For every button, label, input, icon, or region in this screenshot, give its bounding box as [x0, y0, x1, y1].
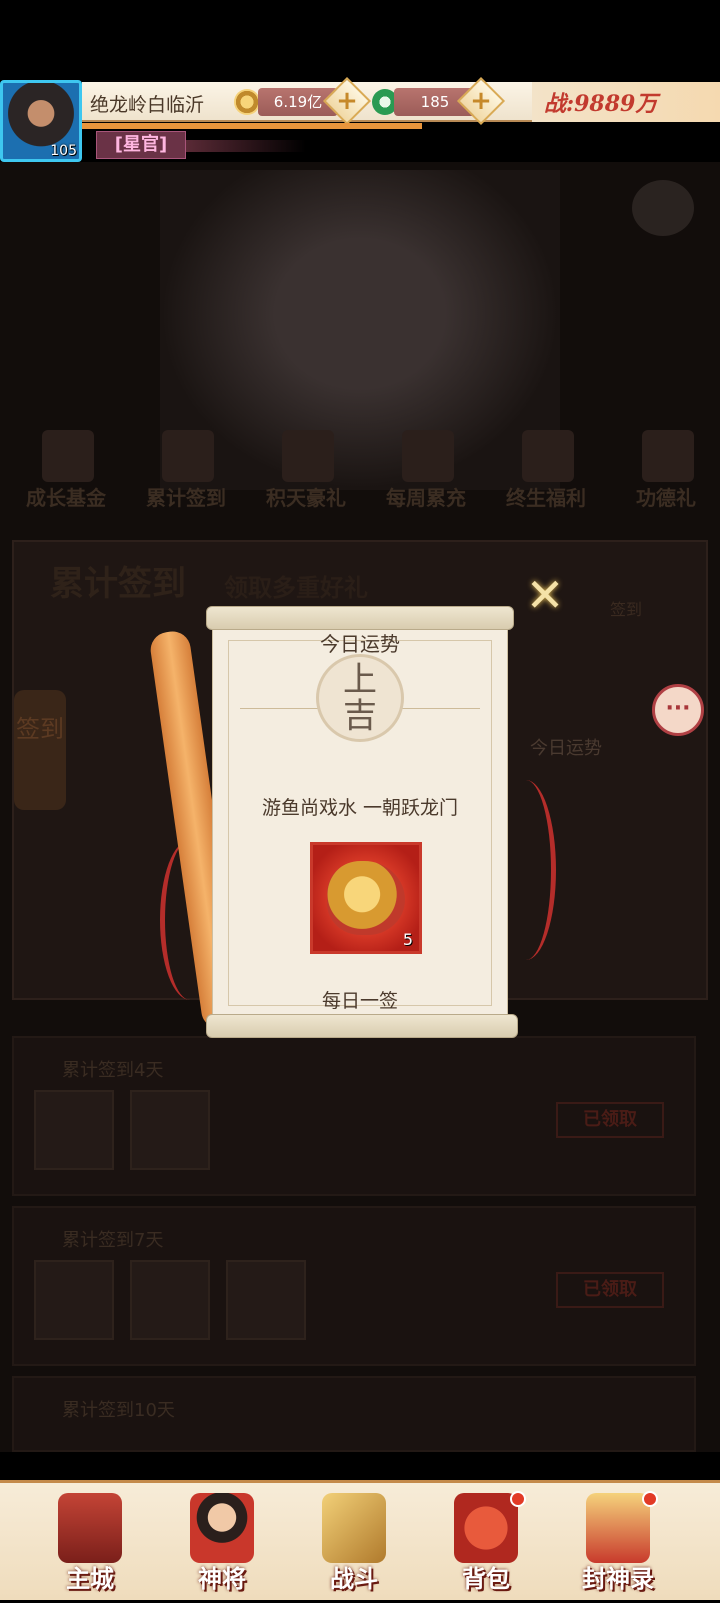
nav-item-backpack[interactable]: 背包	[426, 1483, 546, 1603]
claimed-button[interactable]: 已领取	[556, 1102, 664, 1138]
close-icon[interactable]: ✕	[520, 570, 570, 620]
nav-label: 封神录	[582, 1564, 654, 1593]
fortune-verse: 游鱼尚戏水 一朝跃龙门	[261, 797, 459, 819]
fortune-side-label: 今日运势	[530, 738, 602, 759]
nav-label: 背包	[462, 1564, 510, 1593]
server-name: 绝龙岭白临沂	[90, 94, 205, 116]
chat-button[interactable]: ···	[652, 684, 704, 736]
nav-item-main-city[interactable]: 主城	[30, 1483, 150, 1603]
status-bar	[0, 0, 720, 80]
nav-label: 战斗	[330, 1564, 378, 1593]
fortune-char-2: 吉	[343, 696, 377, 736]
sign-lantern[interactable]	[14, 690, 66, 810]
reward-item[interactable]	[34, 1090, 114, 1170]
gold-coin-icon	[234, 89, 260, 115]
reward-count: 5	[402, 930, 413, 949]
nav-item-battle[interactable]: 战斗	[294, 1483, 414, 1603]
fortune-result: 上 吉	[316, 662, 404, 734]
task-row: 累计签到7天 已领取	[12, 1206, 696, 1366]
sign-button-label: 签到	[16, 715, 64, 743]
menu-item-merit-gift[interactable]: 功德礼	[608, 430, 720, 520]
nav-label: 神将	[198, 1564, 246, 1593]
backpack-icon	[454, 1493, 518, 1563]
exp-bar	[82, 123, 422, 129]
menu-item-weekly-recharge[interactable]: 每周累充	[368, 430, 484, 520]
menu-item-daily-gift[interactable]: 积天豪礼	[248, 430, 364, 520]
growth-fund-icon	[42, 430, 94, 482]
reward-item[interactable]	[34, 1260, 114, 1340]
reward-item-box[interactable]: 5	[310, 842, 422, 954]
notification-dot	[642, 1491, 658, 1507]
chat-icon: ···	[665, 696, 691, 721]
player-level: 105	[50, 143, 77, 159]
daily-draw-label: 每日一签	[321, 990, 398, 1012]
task-title: 累计签到7天	[62, 1230, 164, 1251]
menu-item-lifetime-benefits[interactable]: 终生福利	[488, 430, 604, 520]
task-title: 累计签到10天	[62, 1400, 175, 1421]
plus-icon: +	[336, 86, 358, 116]
nav-label: 主城	[66, 1564, 114, 1593]
reward-item[interactable]	[130, 1090, 210, 1170]
back-icon[interactable]	[632, 180, 694, 236]
benefits-icon	[522, 430, 574, 482]
rank-title-tail	[186, 140, 306, 152]
signin-icon	[162, 430, 214, 482]
recharge-icon	[402, 430, 454, 482]
fortune-char-1: 上	[343, 660, 377, 700]
menu-item-label: 终生福利	[506, 486, 586, 510]
task-row: 累计签到4天 已领取	[12, 1036, 696, 1196]
nav-item-deity-records[interactable]: 封神录	[558, 1483, 678, 1603]
reward-item[interactable]	[226, 1260, 306, 1340]
claimed-button[interactable]: 已领取	[556, 1272, 664, 1308]
crossed-swords-icon	[322, 1493, 386, 1563]
menu-item-label: 成长基金	[26, 486, 106, 510]
panel-title: 累计签到	[50, 564, 186, 604]
main-city-icon	[58, 1493, 122, 1563]
resource-bar: 绝龙岭白临沂 6.19亿 + 185 + 战:9889万	[82, 76, 720, 126]
panel-subtitle: 领取多重好礼	[224, 573, 368, 602]
menu-item-cumulative-signin[interactable]: 累计签到	[128, 430, 244, 520]
menu-item-growth-fund[interactable]: 成长基金	[8, 430, 124, 520]
fortune-title: 今日运势	[320, 632, 400, 656]
task-row: 累计签到10天	[12, 1376, 696, 1452]
combat-power-panel: 战:9889万	[532, 82, 720, 122]
menu-item-label: 累计签到	[146, 486, 226, 510]
add-gold-button[interactable]: +	[322, 76, 372, 126]
activity-menu: 成长基金 累计签到 积天豪礼 每周累充 终生福利 功德礼	[0, 430, 720, 520]
player-avatar[interactable]: 105	[0, 80, 82, 162]
scroll-bottom-rod	[206, 1014, 518, 1038]
jade-pendant-icon	[327, 861, 405, 935]
side-sign-label: 签到	[610, 600, 643, 619]
scroll-top-rod	[206, 606, 514, 630]
merit-icon	[642, 430, 694, 482]
add-jade-button[interactable]: +	[456, 76, 506, 126]
plus-icon: +	[470, 86, 492, 116]
notification-dot	[510, 1491, 526, 1507]
task-title: 累计签到4天	[62, 1060, 164, 1081]
menu-item-label: 每周累充	[386, 486, 466, 510]
menu-item-label: 功德礼	[636, 486, 696, 510]
rank-title: [星官]	[96, 131, 186, 159]
deity-records-icon	[586, 1493, 650, 1563]
hero-icon	[190, 1493, 254, 1563]
menu-item-label: 积天豪礼	[266, 486, 346, 510]
nav-item-heroes[interactable]: 神将	[162, 1483, 282, 1603]
bottom-nav: 主城 神将 战斗 背包 封神录	[0, 1480, 720, 1600]
reward-item[interactable]	[130, 1260, 210, 1340]
gift-icon	[282, 430, 334, 482]
combat-power: 战:9889万	[544, 91, 658, 117]
